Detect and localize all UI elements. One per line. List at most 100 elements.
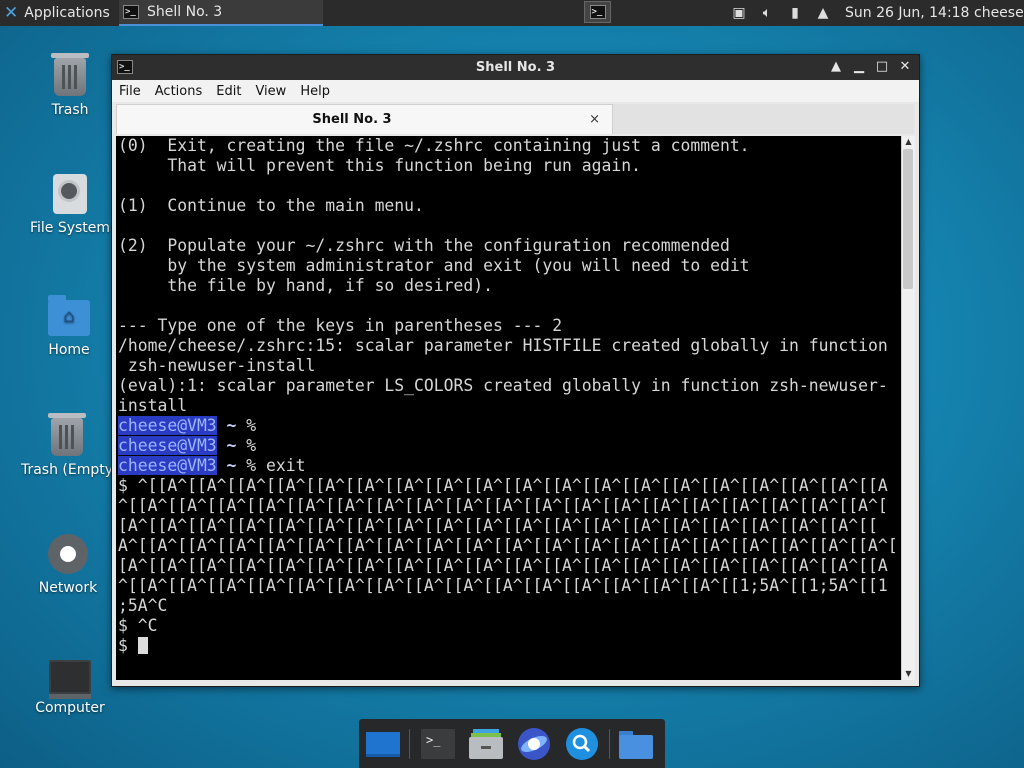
scroll-up-icon[interactable]: ▲ bbox=[902, 136, 915, 148]
file-manager-launcher[interactable] bbox=[467, 727, 505, 761]
terminal-line-text: zsh-newuser-install bbox=[118, 356, 316, 375]
web-browser-launcher[interactable] bbox=[515, 727, 553, 761]
app-finder-launcher[interactable] bbox=[563, 727, 601, 761]
folder-launcher[interactable] bbox=[617, 727, 655, 761]
menu-file[interactable]: File bbox=[112, 84, 148, 99]
terminal-line: cheese@VM3 ~ % bbox=[116, 416, 901, 436]
terminal-launcher-button[interactable]: >_ bbox=[584, 1, 611, 23]
terminal-line-text: (1) Continue to the main menu. bbox=[118, 196, 424, 215]
prompt-command: % exit bbox=[236, 456, 306, 475]
terminal-line: the file by hand, if so desired). bbox=[116, 276, 901, 296]
battery-icon[interactable]: ▮ bbox=[786, 4, 804, 22]
applications-menu[interactable]: ✕ Applications bbox=[4, 0, 110, 26]
menu-help[interactable]: Help bbox=[293, 84, 337, 99]
dock: >_ bbox=[359, 719, 665, 768]
terminal-launcher[interactable]: >_ bbox=[419, 727, 457, 761]
desktop-icon-trash-empty[interactable]: Trash (Empty bbox=[17, 413, 117, 478]
desktop-icon-network[interactable]: Network bbox=[18, 534, 118, 596]
terminal-line: $ ^C bbox=[116, 616, 901, 636]
tab-close-icon[interactable]: × bbox=[589, 105, 600, 135]
svg-text:>_: >_ bbox=[426, 733, 441, 747]
terminal-line: cheese@VM3 ~ % bbox=[116, 436, 901, 456]
display-icon[interactable]: ▣ bbox=[730, 4, 748, 22]
window-titlebar[interactable]: >_ Shell No. 3 ▲ ▁ □ ✕ bbox=[112, 55, 919, 80]
terminal-line: cheese@VM3 ~ % exit bbox=[116, 456, 901, 476]
folder-icon bbox=[619, 731, 653, 759]
prompt-user-host: cheese@VM3 bbox=[118, 436, 217, 455]
notification-bell-icon[interactable]: ▲ bbox=[814, 4, 832, 22]
terminal-icon: >_ bbox=[589, 5, 606, 19]
terminal-line-text: That will prevent this function being ru… bbox=[118, 156, 642, 175]
scrollbar[interactable]: ▲ ▼ bbox=[901, 136, 915, 680]
shade-icon[interactable]: ▲ bbox=[827, 58, 845, 76]
desktop-icon-label: Computer bbox=[35, 700, 105, 716]
taskbar-item-shell[interactable]: >_ Shell No. 3 bbox=[119, 0, 323, 26]
file-manager-icon bbox=[469, 729, 503, 759]
terminal-line-text: install bbox=[118, 396, 188, 415]
terminal-line-text: [A^[[A^[[A^[[A^[[A^[[A^[[A^[[A^[[A^[[A^[… bbox=[118, 516, 878, 535]
web-browser-icon bbox=[518, 728, 550, 760]
desktop-icon-trash[interactable]: Trash bbox=[20, 53, 120, 118]
show-desktop-button[interactable] bbox=[364, 727, 402, 761]
xfce-logo-icon: ✕ bbox=[4, 3, 19, 23]
desktop-icon-label: Home bbox=[48, 342, 90, 358]
prompt-cwd: ~ bbox=[216, 416, 237, 435]
clock[interactable]: Sun 26 Jun, 14:18 bbox=[845, 0, 969, 26]
terminal-line-text: [A^[[A^[[A^[[A^[[A^[[A^[[A^[[A^[[A^[[A^[… bbox=[118, 556, 888, 575]
volume-icon[interactable]: 🔈︎ bbox=[758, 4, 776, 22]
terminal-line-text: ^[[A^[[A^[[A^[[A^[[A^[[A^[[A^[[A^[[A^[[A… bbox=[118, 496, 888, 515]
prompt-user-host: cheese@VM3 bbox=[118, 456, 217, 475]
terminal-line: ;5A^C bbox=[116, 596, 901, 616]
terminal-line: install bbox=[116, 396, 901, 416]
maximize-icon[interactable]: □ bbox=[873, 58, 891, 76]
menu-actions[interactable]: Actions bbox=[148, 84, 210, 99]
user-menu[interactable]: cheese bbox=[974, 0, 1024, 26]
tab-shell[interactable]: Shell No. 3 × bbox=[116, 104, 613, 134]
desktop-icon-label: Trash bbox=[51, 102, 89, 118]
terminal-line-text: $ bbox=[118, 636, 138, 655]
prompt-user-host: cheese@VM3 bbox=[118, 416, 217, 435]
minimize-icon[interactable]: ▁ bbox=[850, 58, 868, 76]
show-desktop-icon bbox=[366, 732, 400, 757]
terminal-line: (eval):1: scalar parameter LS_COLORS cre… bbox=[116, 376, 901, 396]
menu-edit[interactable]: Edit bbox=[209, 84, 248, 99]
terminal-line-text: --- Type one of the keys in parentheses … bbox=[118, 316, 563, 335]
tab-bar: Shell No. 3 × bbox=[116, 104, 914, 134]
terminal-line: (1) Continue to the main menu. bbox=[116, 196, 901, 216]
terminal-cursor bbox=[137, 637, 148, 654]
home-folder-icon bbox=[48, 295, 90, 336]
menu-view[interactable]: View bbox=[248, 84, 293, 99]
dock-separator bbox=[409, 729, 410, 759]
scroll-down-icon[interactable]: ▼ bbox=[902, 668, 915, 680]
terminal-line-text: $ ^C bbox=[118, 616, 158, 635]
terminal-line-text: the file by hand, if so desired). bbox=[118, 276, 493, 295]
close-icon[interactable]: ✕ bbox=[896, 58, 914, 76]
terminal-line-text: A^[[A^[[A^[[A^[[A^[[A^[[A^[[A^[[A^[[A^[[… bbox=[118, 536, 898, 555]
dock-separator bbox=[609, 729, 610, 759]
terminal-line: by the system administrator and exit (yo… bbox=[116, 256, 901, 276]
app-finder-icon bbox=[566, 728, 598, 760]
terminal-line: $ ^[[A^[[A^[[A^[[A^[[A^[[A^[[A^[[A^[[A^[… bbox=[116, 476, 901, 496]
desktop-icon-file-system[interactable]: File System bbox=[20, 174, 120, 236]
prompt-cwd: ~ bbox=[216, 436, 237, 455]
drive-icon bbox=[53, 174, 87, 214]
system-tray: ▣ 🔈︎ ▮ ▲ bbox=[730, 0, 832, 26]
prompt-command: % bbox=[236, 416, 257, 435]
prompt-cwd: ~ bbox=[216, 456, 237, 475]
terminal-output[interactable]: (0) Exit, creating the file ~/.zshrc con… bbox=[116, 136, 901, 680]
applications-label: Applications bbox=[24, 5, 110, 21]
desktop-icon-home[interactable]: Home bbox=[19, 294, 119, 358]
prompt-command: % bbox=[236, 436, 257, 455]
terminal-icon: >_ bbox=[421, 729, 455, 759]
terminal-line: $ bbox=[116, 636, 901, 656]
desktop-icon-label: File System bbox=[29, 220, 111, 236]
terminal-line: (2) Populate your ~/.zshrc with the conf… bbox=[116, 236, 901, 256]
terminal-line-text: (eval):1: scalar parameter LS_COLORS cre… bbox=[118, 376, 888, 395]
terminal-window: >_ Shell No. 3 ▲ ▁ □ ✕ File Actions Edit… bbox=[111, 54, 920, 687]
terminal-line: ^[[A^[[A^[[A^[[A^[[A^[[A^[[A^[[A^[[A^[[A… bbox=[116, 576, 901, 596]
scrollbar-thumb[interactable] bbox=[903, 149, 913, 289]
desktop-icon-computer[interactable]: Computer bbox=[20, 654, 120, 716]
trash-icon bbox=[51, 53, 89, 96]
